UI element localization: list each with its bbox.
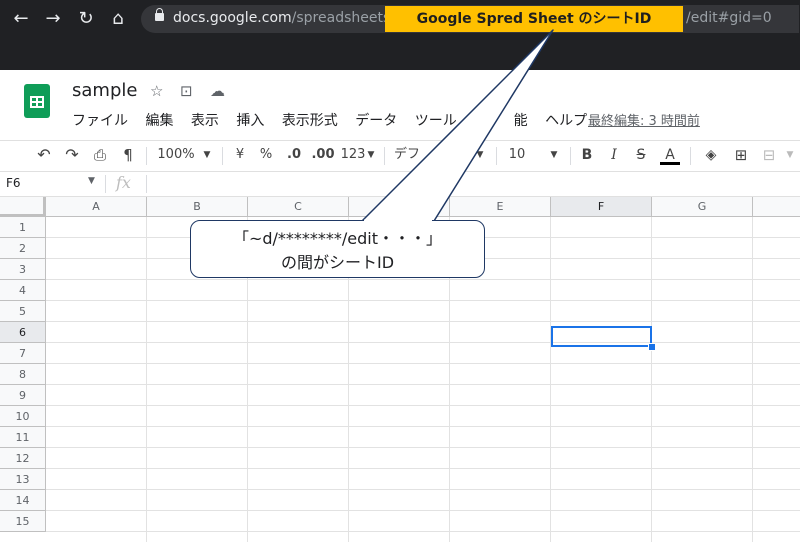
zoom-select[interactable]: 100% bbox=[156, 145, 196, 165]
borders-icon[interactable]: ⊞ bbox=[730, 145, 752, 165]
fill-handle[interactable] bbox=[648, 343, 656, 351]
row-header[interactable]: 11 bbox=[0, 427, 46, 448]
row-header[interactable]: 15 bbox=[0, 511, 46, 532]
doc-title[interactable]: sample bbox=[72, 80, 137, 101]
fill-color-icon[interactable]: ◈ bbox=[700, 145, 722, 165]
url-tail: /edit#gid=0 bbox=[686, 10, 772, 26]
column-header-h[interactable] bbox=[753, 197, 800, 217]
increase-decimal-button[interactable]: .00 bbox=[310, 145, 336, 165]
sheets-logo-icon[interactable] bbox=[24, 84, 50, 118]
browser-toolbar: ← → ↻ ⌂ docs.google.com/spreadsheets/d/ … bbox=[0, 0, 800, 38]
menu-extensions[interactable]: 拡 bbox=[474, 113, 488, 129]
lock-icon bbox=[155, 8, 164, 21]
merge-caret-icon[interactable]: ▼ bbox=[784, 145, 796, 165]
percent-button[interactable]: % bbox=[256, 145, 276, 165]
row-header[interactable]: 6 bbox=[0, 322, 46, 343]
menu-help[interactable]: ヘルプ bbox=[545, 113, 587, 129]
formatting-toolbar: ↶ ↷ ⎙ ¶ 100% ▼ ¥ % .0 .00 123 ▼ デフ ▼ 10 … bbox=[0, 140, 800, 172]
zoom-caret-icon[interactable]: ▼ bbox=[200, 145, 214, 165]
row-header[interactable]: 1 bbox=[0, 217, 46, 238]
column-header-a[interactable]: A bbox=[46, 197, 147, 217]
cloud-status-icon[interactable]: ☁ bbox=[210, 82, 225, 100]
forward-icon[interactable]: → bbox=[42, 9, 64, 29]
row-header[interactable]: 4 bbox=[0, 280, 46, 301]
sheet-id-annotation: Google Spred Sheet のシートID bbox=[385, 6, 683, 32]
font-size-caret-icon[interactable]: ▼ bbox=[548, 145, 560, 165]
font-select[interactable]: デフ bbox=[394, 145, 434, 165]
menu-format[interactable]: 表示形式 bbox=[282, 113, 338, 129]
formula-bar: F6 ▼ fx bbox=[0, 172, 800, 197]
undo-icon[interactable]: ↶ bbox=[32, 145, 56, 165]
back-icon[interactable]: ← bbox=[10, 9, 32, 29]
star-icon[interactable]: ☆ bbox=[150, 82, 163, 100]
row-header[interactable]: 13 bbox=[0, 469, 46, 490]
active-cell-f6[interactable] bbox=[551, 326, 652, 347]
bold-button[interactable]: B bbox=[578, 145, 596, 165]
text-color-button[interactable]: A bbox=[660, 145, 680, 165]
font-caret-icon[interactable]: ▼ bbox=[474, 145, 486, 165]
paint-format-icon[interactable]: ¶ bbox=[116, 145, 140, 165]
print-icon[interactable]: ⎙ bbox=[88, 145, 112, 165]
row-header[interactable]: 5 bbox=[0, 301, 46, 322]
url-text: docs.google.com/spreadsheets/d/ bbox=[173, 10, 409, 26]
menu-data[interactable]: データ bbox=[355, 113, 397, 129]
callout-line-1: 「~d/********/edit・・・」 bbox=[232, 229, 443, 248]
menu-insert[interactable]: 挿入 bbox=[236, 113, 264, 129]
merge-cells-icon[interactable]: ⊟ bbox=[758, 145, 780, 165]
move-folder-icon[interactable]: ⊡ bbox=[180, 82, 193, 100]
row-header[interactable]: 12 bbox=[0, 448, 46, 469]
select-all-corner[interactable] bbox=[0, 197, 46, 217]
number-format-caret-icon[interactable]: ▼ bbox=[366, 145, 376, 165]
row-header[interactable]: 10 bbox=[0, 406, 46, 427]
menu-file[interactable]: ファイル bbox=[72, 113, 128, 129]
menu-tools[interactable]: ツール bbox=[415, 113, 457, 129]
menu-edit[interactable]: 編集 bbox=[145, 113, 173, 129]
number-format-button[interactable]: 123 bbox=[339, 145, 367, 165]
name-box[interactable]: F6 bbox=[6, 176, 21, 190]
bookmarks-bar bbox=[0, 38, 800, 70]
last-edit-link[interactable]: 最終編集: 3 時間前 bbox=[588, 110, 700, 129]
row-header[interactable]: 14 bbox=[0, 490, 46, 511]
reload-icon[interactable]: ↻ bbox=[75, 9, 97, 29]
column-header-f[interactable]: F bbox=[551, 197, 652, 217]
column-header-e[interactable]: E bbox=[450, 197, 551, 217]
callout-line-2: の間がシートID bbox=[280, 253, 395, 272]
column-header-b[interactable]: B bbox=[147, 197, 248, 217]
currency-button[interactable]: ¥ bbox=[230, 145, 250, 165]
menu-extensions-tail[interactable]: 能 bbox=[514, 113, 528, 129]
menu-view[interactable]: 表示 bbox=[191, 113, 219, 129]
row-header[interactable]: 3 bbox=[0, 259, 46, 280]
menu-bar: ファイル 編集 表示 挿入 表示形式 データ ツール 拡 能 ヘルプ bbox=[72, 110, 600, 130]
row-header[interactable]: 2 bbox=[0, 238, 46, 259]
redo-icon[interactable]: ↷ bbox=[60, 145, 84, 165]
home-icon[interactable]: ⌂ bbox=[107, 9, 129, 29]
column-header-g[interactable]: G bbox=[652, 197, 753, 217]
row-header[interactable]: 7 bbox=[0, 343, 46, 364]
column-header-d[interactable]: D bbox=[349, 197, 450, 217]
name-box-caret-icon[interactable]: ▼ bbox=[88, 176, 95, 186]
row-header[interactable]: 8 bbox=[0, 364, 46, 385]
fx-icon: fx bbox=[116, 173, 131, 192]
decrease-decimal-button[interactable]: .0 bbox=[282, 145, 306, 165]
font-size-select[interactable]: 10 bbox=[505, 145, 529, 165]
italic-button[interactable]: I bbox=[605, 145, 623, 165]
row-header[interactable]: 9 bbox=[0, 385, 46, 406]
strikethrough-button[interactable]: S bbox=[632, 145, 650, 165]
column-header-c[interactable]: C bbox=[248, 197, 349, 217]
